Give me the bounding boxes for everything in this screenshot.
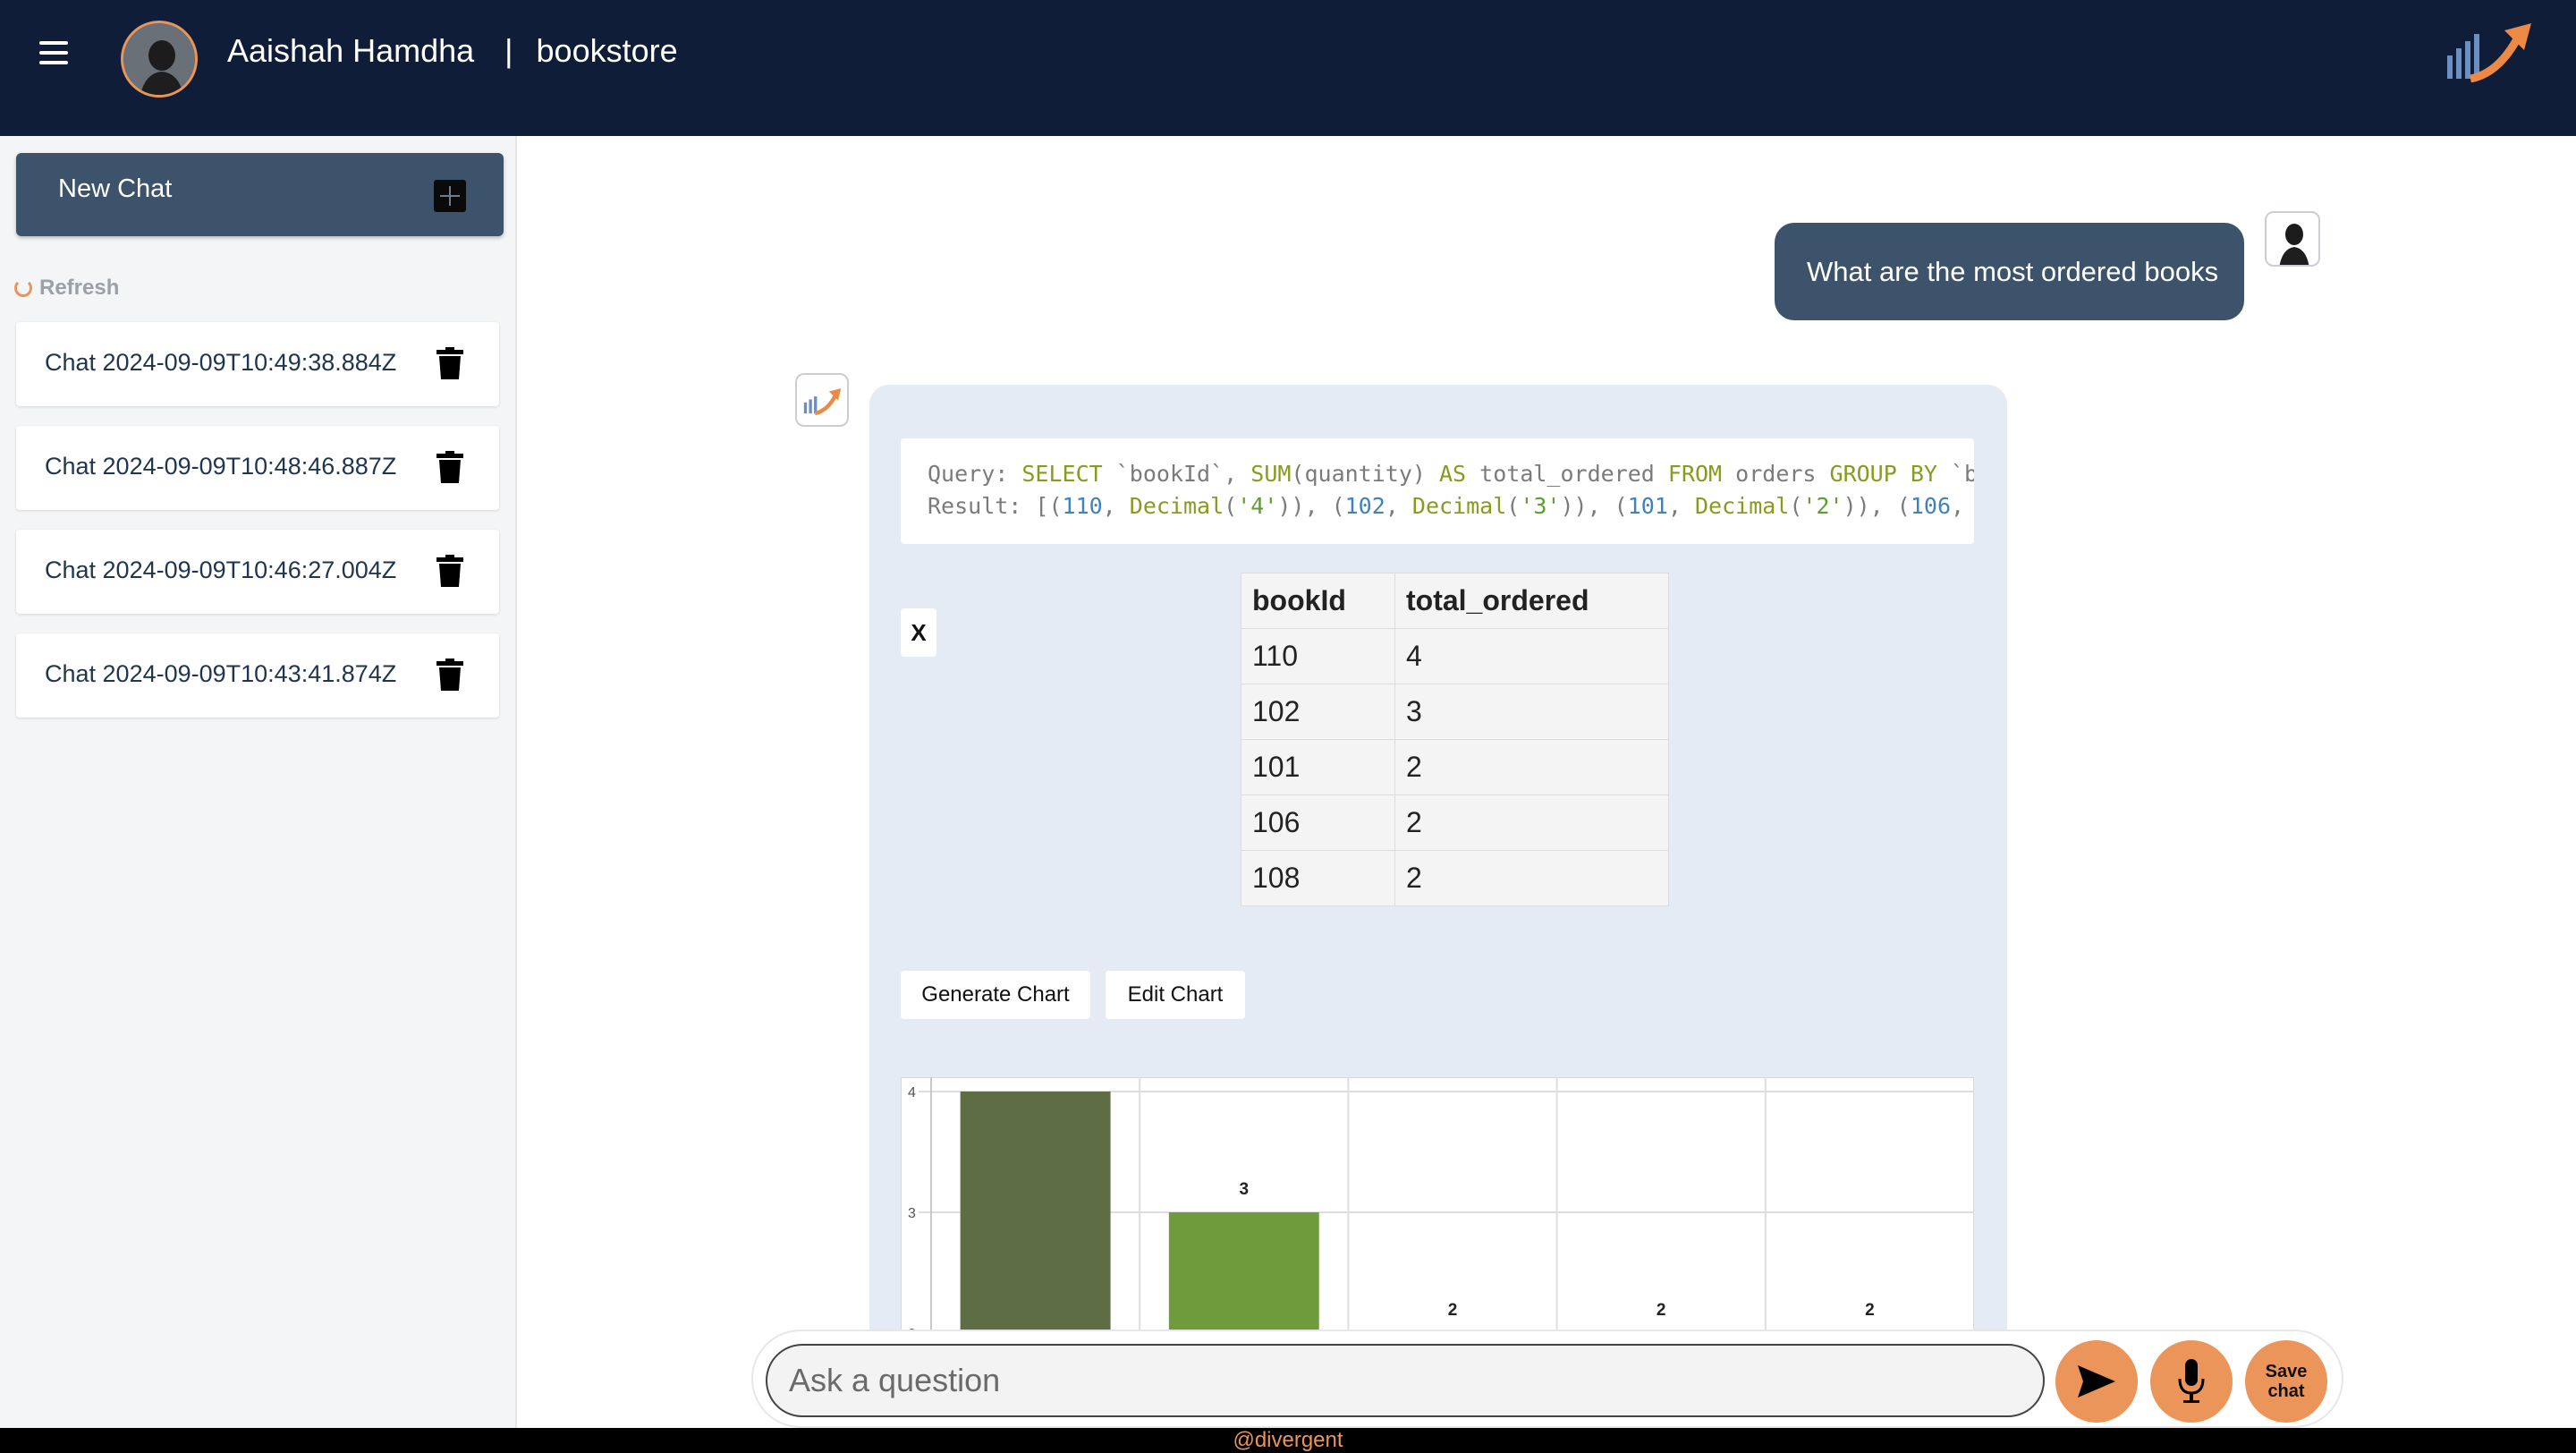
table-row: 106 2 bbox=[1241, 794, 1669, 851]
chart-data-label: 2 bbox=[1448, 1301, 1458, 1320]
chat-history-item[interactable]: Chat 2024-09-09T10:46:27.004Z bbox=[16, 530, 499, 614]
trash-icon[interactable] bbox=[436, 555, 463, 587]
chat-history-item[interactable]: Chat 2024-09-09T10:43:41.874Z bbox=[16, 633, 499, 718]
user-avatar[interactable] bbox=[121, 21, 198, 98]
table-header-row: bookId total_ordered bbox=[1241, 573, 1669, 629]
table-cell: 108 bbox=[1241, 850, 1395, 906]
composer: Save chat bbox=[751, 1330, 2343, 1428]
trash-icon[interactable] bbox=[436, 659, 463, 691]
result-label: Result: bbox=[928, 493, 1022, 519]
chat-history-label: Chat 2024-09-09T10:48:46.887Z bbox=[45, 453, 397, 480]
table-cell: 2 bbox=[1394, 794, 1669, 851]
result-table: bookId total_ordered 110 4 102 3 101 2 1… bbox=[1241, 573, 1669, 906]
table-row: 101 2 bbox=[1241, 739, 1669, 795]
top-bar: Aaishah Hamdha | bookstore bbox=[0, 0, 2576, 136]
trash-icon[interactable] bbox=[436, 347, 463, 379]
table-cell: 4 bbox=[1394, 628, 1669, 684]
sql-query-line: Query: SELECT `bookId`, SUM(quantity) AS… bbox=[928, 461, 1974, 487]
footer-credit: @divergent bbox=[0, 1428, 2576, 1453]
save-chat-label: Save chat bbox=[2255, 1362, 2318, 1401]
menu-icon[interactable] bbox=[39, 41, 68, 68]
chat-history-label: Chat 2024-09-09T10:46:27.004Z bbox=[45, 557, 397, 583]
conversation-panel: What are the most ordered books Query: S… bbox=[519, 136, 2576, 1428]
microphone-icon bbox=[2178, 1359, 2205, 1403]
table-cell: 2 bbox=[1394, 739, 1669, 795]
table-cell: 3 bbox=[1394, 684, 1669, 740]
refresh-button[interactable]: Refresh bbox=[14, 276, 119, 301]
user-name: Aaishah Hamdha bbox=[227, 32, 475, 69]
microphone-button[interactable] bbox=[2150, 1340, 2233, 1423]
save-chat-label-line1: Save bbox=[2265, 1362, 2308, 1381]
sidebar: New Chat Refresh Chat 2024-09-09T10:49:3… bbox=[0, 136, 517, 1428]
generate-chart-button[interactable]: Generate Chart bbox=[901, 971, 1090, 1019]
trash-icon[interactable] bbox=[436, 451, 463, 483]
assistant-logo-icon bbox=[795, 373, 849, 427]
refresh-icon bbox=[14, 279, 32, 297]
chart-data-label: 3 bbox=[1240, 1180, 1250, 1199]
chat-history-label: Chat 2024-09-09T10:43:41.874Z bbox=[45, 660, 397, 687]
chart-data-label: 2 bbox=[1657, 1301, 1666, 1320]
new-chat-label: New Chat bbox=[58, 174, 173, 203]
table-row: 108 2 bbox=[1241, 850, 1669, 906]
close-table-button[interactable]: X bbox=[901, 608, 936, 657]
chat-history-item[interactable]: Chat 2024-09-09T10:48:46.887Z bbox=[16, 426, 499, 510]
new-chat-button[interactable]: New Chat bbox=[16, 153, 504, 236]
chart-data-label: 2 bbox=[1865, 1301, 1875, 1320]
table-cell: 2 bbox=[1394, 850, 1669, 906]
send-button[interactable] bbox=[2055, 1340, 2138, 1423]
query-label: Query: bbox=[928, 461, 1009, 487]
edit-chart-button[interactable]: Edit Chart bbox=[1106, 971, 1245, 1019]
send-icon bbox=[2078, 1365, 2115, 1398]
table-row: 102 3 bbox=[1241, 684, 1669, 740]
table-cell: 101 bbox=[1241, 739, 1395, 795]
project-name: bookstore bbox=[536, 32, 678, 69]
title-separator: | bbox=[504, 32, 513, 69]
sql-query-block: Query: SELECT `bookId`, SUM(quantity) AS… bbox=[901, 438, 1974, 544]
column-header: total_ordered bbox=[1394, 573, 1669, 629]
chart-y-tick-label: 4 bbox=[908, 1085, 916, 1100]
user-message-avatar bbox=[2265, 211, 2320, 267]
assistant-response: Query: SELECT `bookId`, SUM(quantity) AS… bbox=[869, 385, 2007, 1428]
refresh-label: Refresh bbox=[39, 276, 120, 300]
page-title: Aaishah Hamdha | bookstore bbox=[227, 32, 678, 70]
sql-result-line: Result: [(110, Decimal('4')), (102, Deci… bbox=[928, 493, 1965, 519]
chart-y-tick-label: 3 bbox=[908, 1206, 916, 1221]
brand-logo-icon bbox=[2444, 20, 2533, 83]
plus-icon bbox=[434, 180, 466, 212]
ask-question-input[interactable] bbox=[766, 1344, 2045, 1417]
save-chat-button[interactable]: Save chat bbox=[2245, 1340, 2327, 1423]
table-cell: 102 bbox=[1241, 684, 1395, 740]
user-message: What are the most ordered books bbox=[1775, 223, 2244, 320]
table-cell: 110 bbox=[1241, 628, 1395, 684]
table-cell: 106 bbox=[1241, 794, 1395, 851]
table-row: 110 4 bbox=[1241, 628, 1669, 684]
chat-history-label: Chat 2024-09-09T10:49:38.884Z bbox=[45, 349, 397, 376]
column-header: bookId bbox=[1241, 573, 1395, 629]
chat-history-item[interactable]: Chat 2024-09-09T10:49:38.884Z bbox=[16, 322, 499, 406]
save-chat-label-line2: chat bbox=[2267, 1381, 2305, 1401]
